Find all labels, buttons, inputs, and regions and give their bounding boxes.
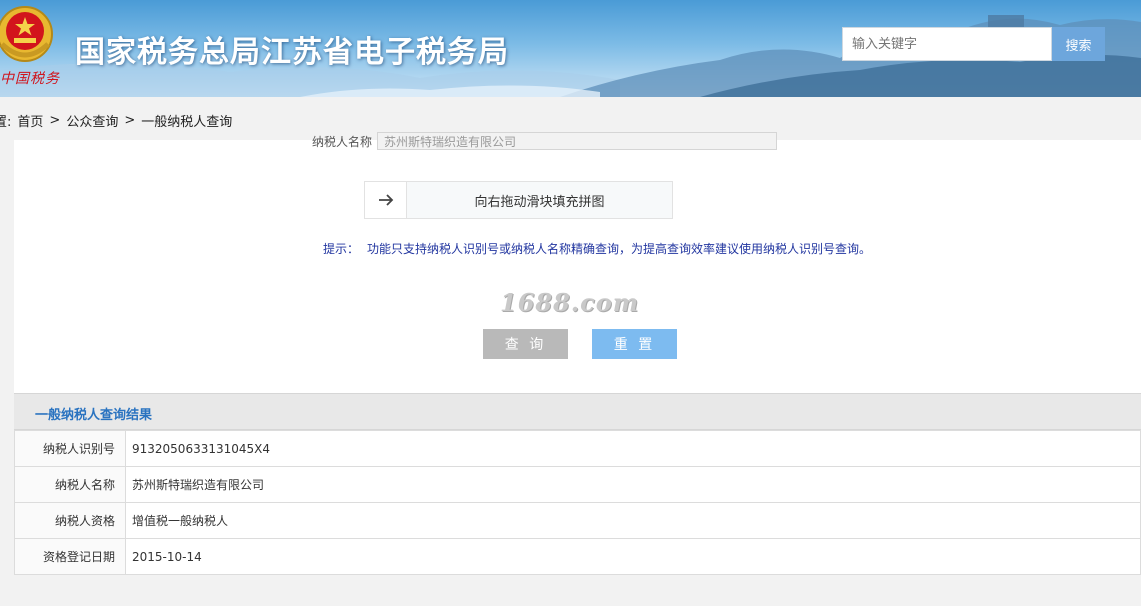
slider-handle[interactable] — [365, 182, 407, 218]
row-label: 资格登记日期 — [14, 538, 126, 575]
row-value: 9132050633131045X4 — [125, 430, 1141, 467]
taxpayer-name-input[interactable]: 苏州斯特瑞织造有限公司 — [377, 132, 777, 150]
table-row: 纳税人识别号 9132050633131045X4 — [14, 430, 1141, 467]
table-row: 资格登记日期 2015-10-14 — [14, 538, 1141, 575]
emblem-caption: 中国税务 — [0, 71, 60, 87]
row-label: 纳税人识别号 — [14, 430, 126, 467]
site-header: 中国税务 国家税务总局江苏省电子税务局 搜索 — [0, 0, 1141, 97]
result-table: 纳税人识别号 9132050633131045X4 纳税人名称 苏州斯特瑞织造有… — [14, 430, 1141, 575]
breadcrumb: 置: 首页 > 公众查询 > 一般纳税人查询 — [0, 110, 238, 130]
search-input[interactable] — [842, 27, 1052, 61]
tip-label: 提示： — [323, 242, 360, 256]
slider-instruction: 向右拖动滑块填充拼图 — [474, 194, 605, 210]
table-row: 纳税人名称 苏州斯特瑞织造有限公司 — [14, 466, 1141, 503]
breadcrumb-separator: > — [124, 112, 136, 128]
query-panel: 纳税人名称 苏州斯特瑞织造有限公司 向右拖动滑块填充拼图 提示： 功能只支持纳税人… — [14, 132, 1141, 393]
breadcrumb-public-query-link[interactable]: 公众查询 — [66, 111, 118, 130]
watermark: 1688.com — [500, 288, 640, 317]
breadcrumb-current-page: 一般纳税人查询 — [141, 114, 233, 130]
query-button[interactable]: 查 询 — [483, 329, 568, 359]
reset-button[interactable]: 重 置 — [592, 329, 677, 359]
row-label: 纳税人资格 — [14, 502, 126, 539]
result-header: 一般纳税人查询结果 — [14, 393, 1141, 430]
arrow-right-icon — [378, 194, 393, 206]
taxpayer-name-label: 纳税人名称 — [312, 135, 373, 149]
slider-captcha[interactable]: 向右拖动滑块填充拼图 — [364, 181, 673, 219]
query-tip: 提示： 功能只支持纳税人识别号或纳税人名称精确查询，为提高查询效率建议使用纳税人识… — [323, 240, 871, 257]
search-button[interactable]: 搜索 — [1052, 27, 1105, 61]
site-title: 国家税务总局江苏省电子税务局 — [75, 35, 509, 70]
result-title: 一般纳税人查询结果 — [35, 408, 153, 423]
tip-text: 功能只支持纳税人识别号或纳税人名称精确查询，为提高查询效率建议使用纳税人识别号查… — [367, 242, 872, 256]
breadcrumb-home-link[interactable]: 首页 — [17, 111, 43, 130]
row-value: 2015-10-14 — [125, 538, 1141, 575]
table-row: 纳税人资格 增值税一般纳税人 — [14, 502, 1141, 539]
row-value: 增值税一般纳税人 — [125, 502, 1141, 539]
breadcrumb-separator: > — [49, 112, 61, 128]
tax-bureau-emblem-icon — [0, 6, 53, 62]
row-label: 纳税人名称 — [14, 466, 126, 503]
breadcrumb-prefix: 置: — [0, 114, 12, 130]
row-value: 苏州斯特瑞织造有限公司 — [125, 466, 1141, 503]
